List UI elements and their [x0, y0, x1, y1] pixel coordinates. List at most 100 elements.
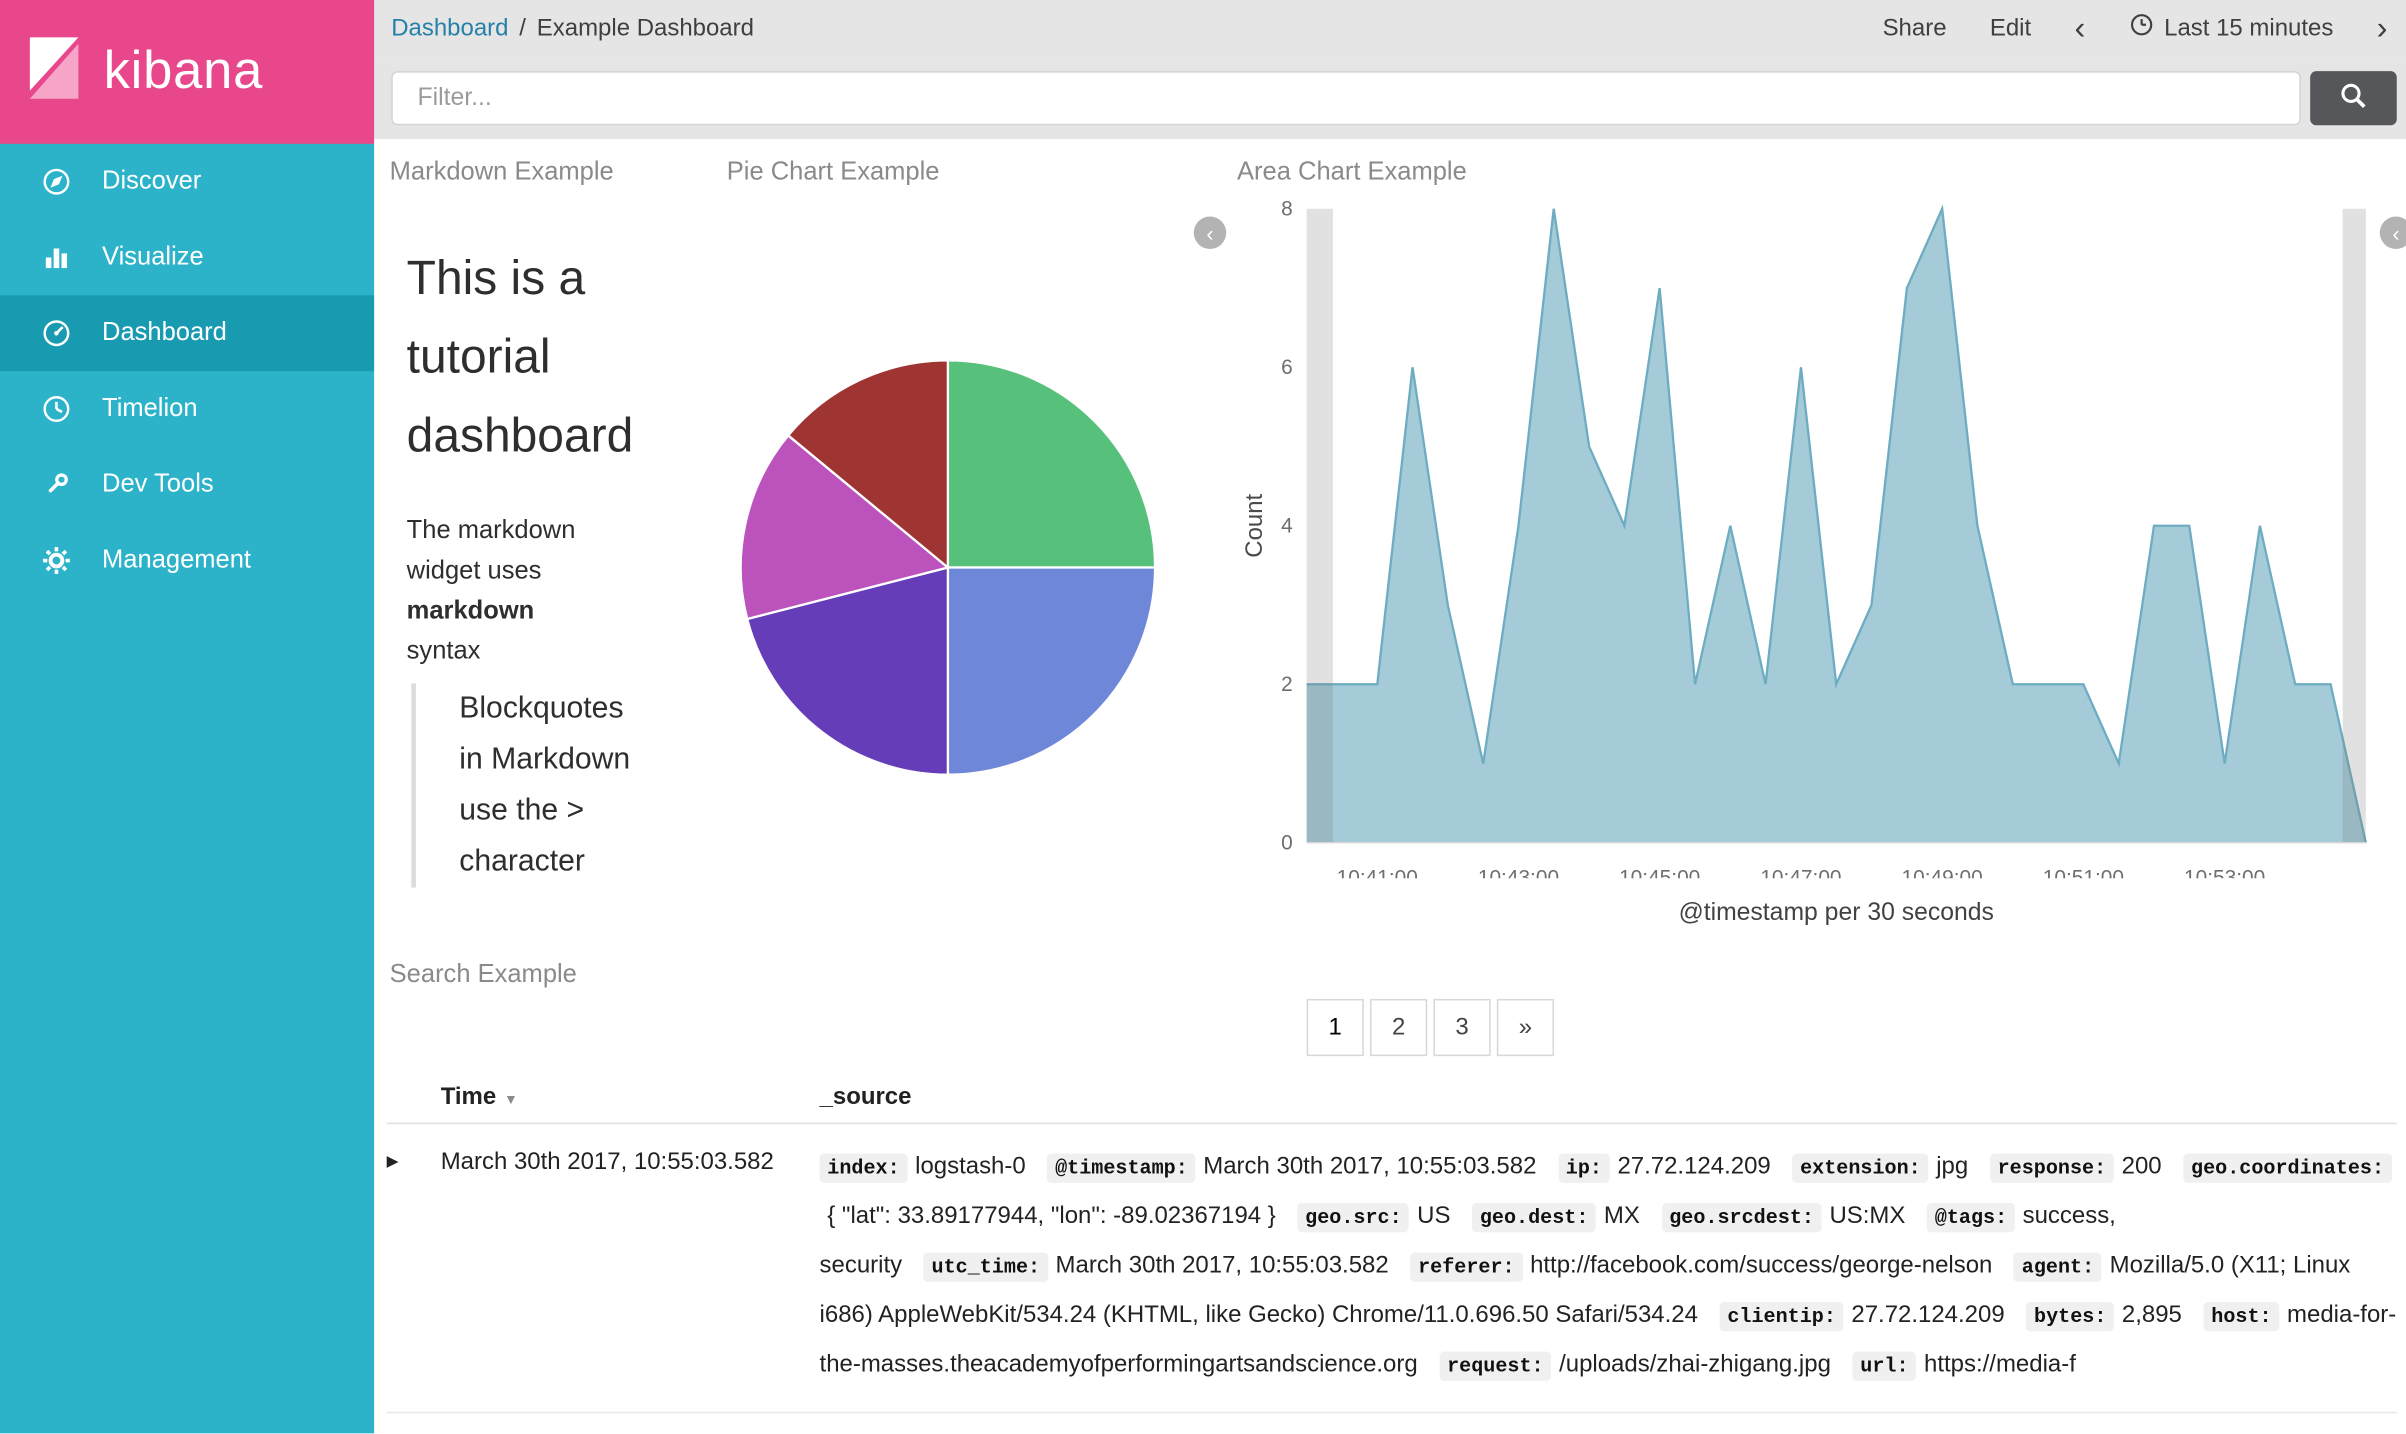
sidebar-item-visualize[interactable]: Visualize — [0, 220, 374, 296]
field-value: jpg — [1936, 1153, 1969, 1180]
time-column-header[interactable]: Time ▼ — [441, 1084, 820, 1112]
page-button-2[interactable]: 2 — [1370, 998, 1428, 1057]
y-tick-label: 8 — [1281, 198, 1293, 221]
sidebar-item-label: Visualize — [102, 242, 204, 271]
sidebar-item-label: Discover — [102, 167, 202, 195]
sidebar-item-dev-tools[interactable]: Dev Tools — [0, 447, 374, 523]
expand-row-icon[interactable]: ▶ — [387, 1432, 441, 1434]
sidebar: kibana Discover Visualize Dashboard Timelio… — [0, 0, 375, 1434]
field-value: /uploads/zhai-zhigang.jpg — [1559, 1351, 1831, 1378]
field-value: March 30th 2017, 10:55:03.582 — [1055, 1252, 1389, 1279]
field-key: agent: — [2014, 1252, 2102, 1282]
top-nav-bar: Dashboard / Example Dashboard Share Edit… — [374, 0, 2406, 58]
kibana-logo[interactable]: kibana — [0, 0, 375, 144]
area-chart-y-axis-title: Count — [1241, 493, 1268, 557]
breadcrumb: Dashboard / Example Dashboard — [391, 15, 754, 43]
visualize-icon — [42, 243, 71, 272]
field-key: request: — [1439, 1351, 1552, 1381]
time-forward-icon[interactable]: › — [2377, 12, 2388, 44]
dev-tools-icon — [42, 470, 71, 499]
x-tick-label: 10:41:00 — [1337, 866, 1418, 878]
sidebar-item-label: Dev Tools — [102, 470, 214, 498]
filter-bar — [374, 57, 2406, 140]
field-key: @tags: — [1927, 1203, 2015, 1233]
field-key: geo.src: — [1297, 1203, 1410, 1233]
breadcrumb-dashboard-link[interactable]: Dashboard — [391, 15, 508, 43]
page-button-3[interactable]: 3 — [1433, 998, 1491, 1057]
time-picker-button[interactable]: Last 15 minutes — [2129, 12, 2334, 44]
sidebar-item-dashboard[interactable]: Dashboard — [0, 295, 375, 372]
doc-table-body: ▶ March 30th 2017, 10:55:03.582 index: logs… — [386, 1124, 2397, 1434]
field-key: @timestamp: — [1047, 1153, 1196, 1183]
dashboard-icon — [42, 319, 71, 348]
discover-icon — [42, 167, 71, 196]
area-chart-x-axis-title: @timestamp per 30 seconds — [1678, 899, 1994, 927]
pie-chart — [739, 359, 1157, 776]
markdown-panel-title: Markdown Example — [389, 157, 614, 186]
field-value: logstash-0 — [915, 1153, 1026, 1180]
area-series-fill[interactable] — [1306, 208, 2366, 843]
field-key: response: — [1989, 1153, 2114, 1183]
sidebar-item-label: Management — [102, 545, 251, 574]
share-button[interactable]: Share — [1883, 15, 1947, 43]
table-row: ▶ March 30th 2017, 10:55:03.582 index: logs… — [386, 1124, 2397, 1414]
x-tick-label: 10:49:00 — [1902, 866, 1983, 878]
markdown-heading: This is a tutorial dashboard — [406, 250, 634, 463]
time-back-icon[interactable]: ‹ — [2074, 12, 2085, 44]
sort-caret-icon[interactable]: ▼ — [504, 1092, 518, 1107]
field-key: ip: — [1558, 1153, 1610, 1183]
breadcrumb-current: Example Dashboard — [536, 14, 754, 41]
field-value: 27.72.124.209 — [1851, 1301, 2005, 1329]
x-tick-label: 10:47:00 — [1760, 866, 1841, 878]
row-time: March 30th 2017, 10:55:01.480 — [441, 1432, 820, 1434]
field-value: US — [1417, 1203, 1451, 1230]
pagination: 1 2 3» — [1306, 998, 1555, 1057]
markdown-paragraph: The markdown widget uses markdown syntax — [406, 516, 576, 665]
doc-table-header: Time ▼ _source — [386, 1073, 2397, 1125]
edit-button[interactable]: Edit — [1990, 15, 2031, 43]
search-icon — [2338, 80, 2369, 116]
filter-input[interactable] — [391, 71, 2301, 126]
kibana-app: kibana Discover Visualize Dashboard Timelio… — [0, 0, 2406, 1434]
page-button-1[interactable]: 1 — [1306, 998, 1364, 1057]
pie-slice-green[interactable] — [946, 359, 1157, 569]
field-key: index: — [819, 1153, 908, 1183]
sidebar-item-label: Dashboard — [102, 318, 227, 347]
time-range-label: Last 15 minutes — [2164, 14, 2334, 41]
row-source: index: logstash-0 @timestamp: March 30th 20… — [819, 1143, 2397, 1390]
pie-slice-blue[interactable] — [946, 566, 1157, 776]
field-value: US:MX — [1829, 1203, 1906, 1230]
field-key: bytes: — [2026, 1301, 2115, 1332]
field-key: extension: — [1792, 1153, 1929, 1183]
field-value: https://media-f — [1924, 1351, 2076, 1378]
row-source: index:logstash-0@timestamp:March 30th 20… — [820, 1432, 2397, 1434]
clock-icon — [2129, 12, 2154, 44]
y-tick-label: 4 — [1281, 515, 1293, 538]
field-value: 200 — [2121, 1153, 2162, 1180]
collapse-panel-icon[interactable]: ‹ — [1193, 216, 1227, 249]
doc-table: Time ▼ _source ▶ March 30th 2017, 10:55:03… — [386, 1073, 2397, 1434]
timelion-icon — [42, 394, 71, 423]
x-tick-label: 10:45:00 — [1619, 866, 1700, 878]
source-column-header: _source — [819, 1083, 912, 1111]
row-time: March 30th 2017, 10:55:03.582 — [440, 1148, 774, 1176]
y-tick-label: 6 — [1281, 356, 1293, 379]
field-value: MX — [1603, 1203, 1640, 1230]
area-chart: 0 2 4 6 8 10:41:00 10:43:00 10:45:00 10:47:00 10:… — [1241, 198, 2367, 878]
sidebar-item-management[interactable]: Management — [0, 523, 374, 599]
field-key: utc_time: — [923, 1252, 1048, 1282]
expand-row-icon[interactable]: ▶ — [387, 1143, 441, 1171]
kibana-logo-icon — [19, 32, 90, 111]
management-icon — [42, 546, 71, 575]
endzone-right — [2342, 208, 2366, 843]
page-button-»[interactable]: » — [1496, 998, 1555, 1057]
x-tick-label: 10:51:00 — [2043, 866, 2124, 878]
sidebar-item-timelion[interactable]: Timelion — [0, 371, 374, 447]
search-button[interactable] — [2310, 71, 2397, 126]
breadcrumb-separator: / — [519, 14, 526, 41]
sidebar-item-discover[interactable]: Discover — [0, 144, 374, 220]
y-tick-label: 2 — [1281, 673, 1293, 696]
brand-name: kibana — [103, 41, 264, 101]
dashboard-grid: Markdown Example Pie Chart Example Area … — [374, 139, 2406, 1434]
sidebar-item-label: Timelion — [102, 394, 198, 423]
